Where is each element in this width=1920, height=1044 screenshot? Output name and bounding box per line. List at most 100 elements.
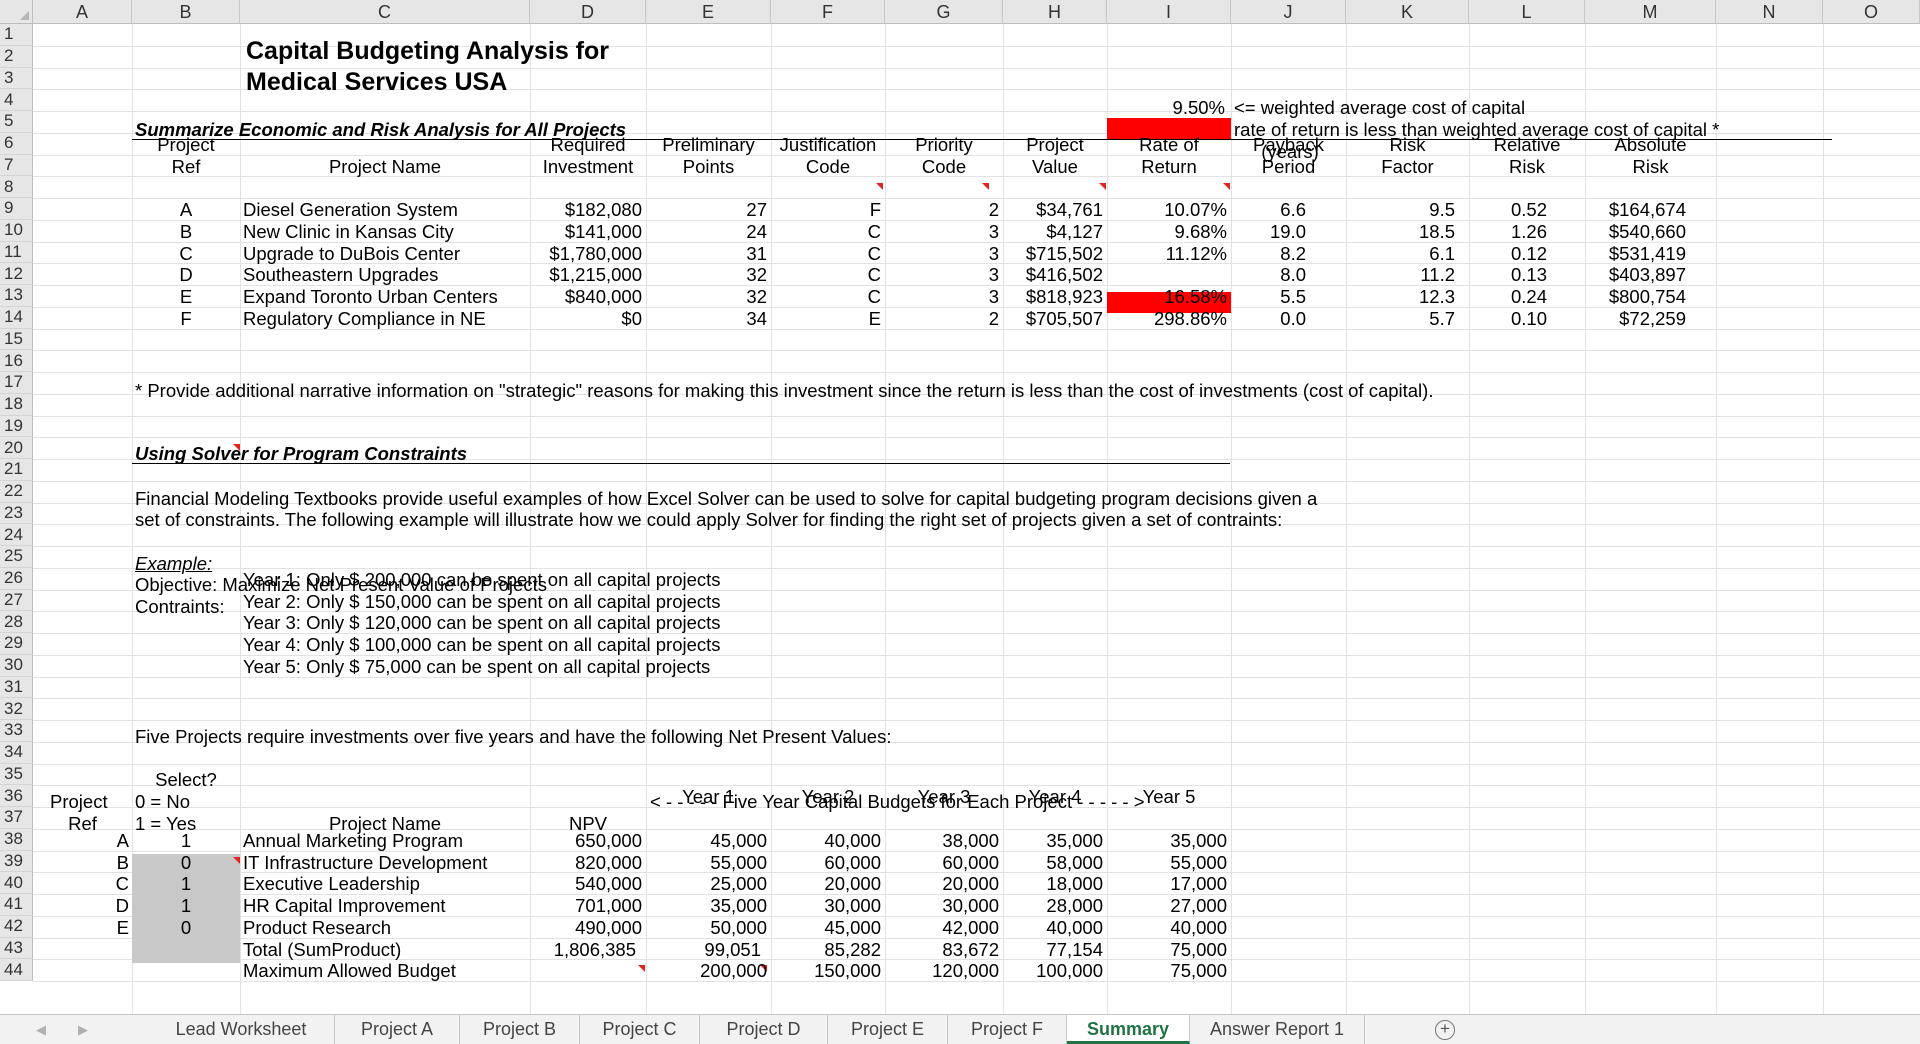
summary-header-risk-line2[interactable]: Factor bbox=[1346, 157, 1469, 177]
constraint-item[interactable]: Year 1: Only $ 200,000 can be spent on a… bbox=[243, 570, 721, 590]
column-header-b[interactable]: B bbox=[132, 0, 240, 24]
summary-value-cell[interactable]: $34,761 bbox=[1003, 200, 1103, 220]
summary-priority-cell[interactable]: 2 bbox=[885, 309, 999, 329]
constraints-label[interactable]: Contraints: bbox=[135, 597, 224, 617]
section2-heading[interactable]: Using Solver for Program Constraints bbox=[135, 444, 467, 464]
solver-year-cell[interactable]: 40,000 bbox=[1003, 918, 1103, 938]
summary-ref-cell[interactable]: E bbox=[132, 287, 240, 307]
summary-priority-cell[interactable]: 2 bbox=[885, 200, 999, 220]
solver-paragraph-1[interactable]: Financial Modeling Textbooks provide use… bbox=[135, 489, 1317, 509]
max-budget-label[interactable]: Maximum Allowed Budget bbox=[243, 962, 456, 981]
solver-name-cell[interactable]: HR Capital Improvement bbox=[243, 896, 446, 916]
row-header-16[interactable]: 16 bbox=[0, 350, 33, 372]
row-header-35[interactable]: 35 bbox=[0, 763, 33, 786]
plus-circle-icon[interactable]: + bbox=[1435, 1020, 1455, 1040]
row-header-36[interactable]: 36 bbox=[0, 785, 33, 807]
solver-ref-cell[interactable]: E bbox=[33, 918, 129, 938]
summary-name-cell[interactable]: Upgrade to DuBois Center bbox=[243, 244, 460, 264]
summary-header-val-line2[interactable]: Value bbox=[1003, 157, 1107, 177]
summary-header-inv-line1[interactable]: Required bbox=[530, 135, 646, 155]
sheet-tab-project-f[interactable]: Project F bbox=[948, 1015, 1067, 1044]
summary-payback-cell[interactable]: 0.0 bbox=[1231, 309, 1306, 329]
row-header-7[interactable]: 7 bbox=[0, 154, 33, 177]
summary-justification-cell[interactable]: C bbox=[771, 266, 881, 285]
solver-year-cell[interactable]: 42,000 bbox=[885, 918, 999, 938]
solver-year-cell[interactable]: 27,000 bbox=[1107, 896, 1227, 916]
solver-year-cell[interactable]: 17,000 bbox=[1107, 875, 1227, 894]
sheet-title[interactable]: Capital Budgeting Analysis for bbox=[246, 39, 609, 64]
row-header-18[interactable]: 18 bbox=[0, 393, 33, 416]
solver-paragraph-2[interactable]: set of constraints. The following exampl… bbox=[135, 510, 1282, 530]
row-header-43[interactable]: 43 bbox=[0, 937, 33, 960]
sheet-tab-project-d[interactable]: Project D bbox=[700, 1015, 828, 1044]
summary-ref-cell[interactable]: B bbox=[132, 222, 240, 242]
row-header-32[interactable]: 32 bbox=[0, 698, 33, 720]
solver-name-cell[interactable]: Product Research bbox=[243, 918, 391, 938]
row-header-26[interactable]: 26 bbox=[0, 567, 33, 590]
constraint-item[interactable]: Year 4: Only $ 100,000 can be spent on a… bbox=[243, 635, 721, 655]
row-header-40[interactable]: 40 bbox=[0, 872, 33, 894]
summary-header-ref-line1[interactable]: Project bbox=[132, 135, 240, 155]
column-header-c[interactable]: C bbox=[240, 0, 530, 24]
total-npv-cell[interactable]: 1,806,385 bbox=[530, 940, 636, 960]
total-year-cell[interactable]: 99,051 bbox=[646, 940, 761, 960]
summary-absolute-cell[interactable]: $540,660 bbox=[1585, 222, 1686, 242]
summary-points-cell[interactable]: 34 bbox=[646, 309, 767, 329]
max-budget-cell[interactable]: 150,000 bbox=[771, 962, 881, 981]
max-budget-cell[interactable]: 120,000 bbox=[885, 962, 999, 981]
row-header-20[interactable]: 20 bbox=[0, 437, 33, 459]
total-label[interactable]: Total (SumProduct) bbox=[243, 940, 401, 960]
column-header-n[interactable]: N bbox=[1716, 0, 1823, 24]
solver-ref-cell[interactable]: D bbox=[33, 896, 129, 916]
select-all-corner[interactable] bbox=[0, 0, 33, 24]
summary-ror-cell[interactable]: 10.07% bbox=[1107, 200, 1227, 220]
row-header-22[interactable]: 22 bbox=[0, 480, 33, 503]
no-label[interactable]: 0 = No bbox=[135, 792, 190, 812]
summary-risk-cell[interactable]: 6.1 bbox=[1346, 244, 1455, 264]
comment-indicator[interactable] bbox=[876, 183, 883, 190]
row-header-34[interactable]: 34 bbox=[0, 741, 33, 764]
comment-indicator[interactable] bbox=[1223, 183, 1230, 190]
row-header-12[interactable]: 12 bbox=[0, 263, 33, 285]
summary-payback-cell[interactable]: 6.6 bbox=[1231, 200, 1306, 220]
column-header-m[interactable]: M bbox=[1585, 0, 1716, 24]
summary-justification-cell[interactable]: C bbox=[771, 244, 881, 264]
row-header-44[interactable]: 44 bbox=[0, 959, 33, 981]
select-input-cell[interactable]: 1 bbox=[132, 896, 240, 916]
row-header-31[interactable]: 31 bbox=[0, 676, 33, 699]
summary-risk-cell[interactable]: 11.2 bbox=[1346, 266, 1455, 285]
summary-investment-cell[interactable]: $0 bbox=[530, 309, 642, 329]
summary-relative-cell[interactable]: 0.52 bbox=[1469, 200, 1547, 220]
solver-ref-cell[interactable]: A bbox=[33, 831, 129, 851]
solver-npv-cell[interactable]: 820,000 bbox=[530, 853, 642, 873]
column-header-e[interactable]: E bbox=[646, 0, 771, 24]
summary-relative-cell[interactable]: 0.13 bbox=[1469, 266, 1547, 285]
summary-ror-cell[interactable]: 16.58% bbox=[1107, 287, 1227, 307]
summary-header-val-line1[interactable]: Project bbox=[1003, 135, 1107, 155]
triangle-left-icon[interactable]: ◀ bbox=[36, 1022, 46, 1038]
constraint-item[interactable]: Year 3: Only $ 120,000 can be spent on a… bbox=[243, 614, 721, 633]
max-budget-cell[interactable]: 200,000 bbox=[646, 962, 767, 981]
summary-header-ref-line2[interactable]: Ref bbox=[132, 157, 240, 177]
select-input-cell[interactable]: 1 bbox=[132, 831, 240, 851]
summary-ror-cell[interactable]: 11.12% bbox=[1107, 244, 1227, 264]
summary-ref-cell[interactable]: A bbox=[132, 200, 240, 220]
summary-investment-cell[interactable]: $141,000 bbox=[530, 222, 642, 242]
solver-name-cell[interactable]: Executive Leadership bbox=[243, 875, 420, 894]
column-header-g[interactable]: G bbox=[885, 0, 1003, 24]
row-header-37[interactable]: 37 bbox=[0, 807, 33, 829]
summary-relative-cell[interactable]: 1.26 bbox=[1469, 222, 1547, 242]
solver-name-cell[interactable]: Annual Marketing Program bbox=[243, 831, 463, 851]
row-header-8[interactable]: 8 bbox=[0, 176, 33, 198]
solver-year-cell[interactable]: 35,000 bbox=[1003, 831, 1103, 851]
summary-risk-cell[interactable]: 9.5 bbox=[1346, 200, 1455, 220]
summary-ror-cell[interactable]: 9.68% bbox=[1107, 222, 1227, 242]
summary-points-cell[interactable]: 32 bbox=[646, 266, 767, 285]
solver-npv-cell[interactable]: 650,000 bbox=[530, 831, 642, 851]
row-header-4[interactable]: 4 bbox=[0, 89, 33, 111]
summary-payback-cell[interactable]: 19.0 bbox=[1231, 222, 1306, 242]
column-header-j[interactable]: J bbox=[1231, 0, 1346, 24]
solver-year-cell[interactable]: 60,000 bbox=[885, 853, 999, 873]
row-header-39[interactable]: 39 bbox=[0, 850, 33, 873]
summary-ror-cell[interactable]: 9.33% bbox=[1107, 266, 1227, 285]
